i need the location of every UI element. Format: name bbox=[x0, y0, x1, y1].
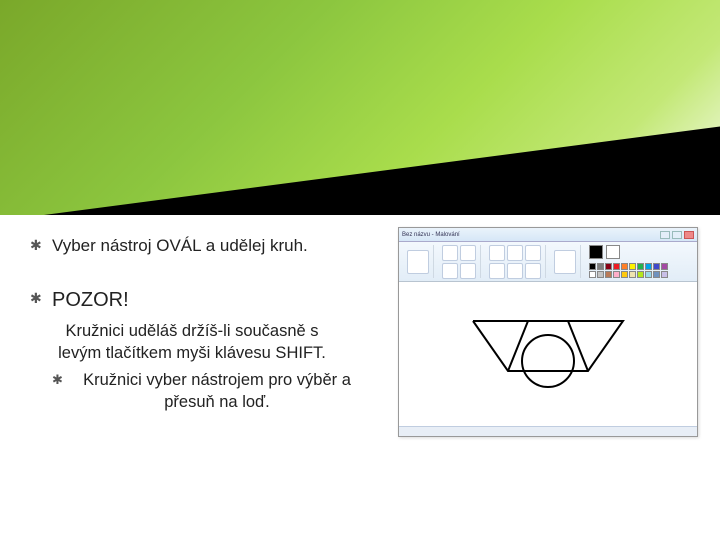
ribbon-group-colors bbox=[585, 245, 672, 278]
color-swatch bbox=[661, 271, 668, 278]
ribbon-group-size bbox=[550, 245, 581, 278]
color-swatch bbox=[597, 271, 604, 278]
ribbon-group-shapes bbox=[485, 245, 546, 278]
shape-icon bbox=[507, 263, 523, 279]
boat-drawing bbox=[463, 306, 633, 396]
color-swatch bbox=[653, 263, 660, 270]
color-swatch bbox=[629, 271, 636, 278]
color-swatch bbox=[605, 271, 612, 278]
color-swatch bbox=[653, 271, 660, 278]
bullet-item: ✱ POZOR! bbox=[30, 288, 360, 313]
color-swatch bbox=[613, 271, 620, 278]
close-icon bbox=[684, 231, 694, 239]
maximize-icon bbox=[672, 231, 682, 239]
color-swatch bbox=[605, 263, 612, 270]
color-swatch bbox=[589, 263, 596, 270]
paint-ribbon bbox=[399, 242, 697, 282]
sub-bullet-text: Kružnici vyber nástrojem pro výběr a pře… bbox=[74, 370, 360, 413]
color-swatch bbox=[637, 271, 644, 278]
color-swatch bbox=[589, 271, 596, 278]
color-swatch bbox=[645, 263, 652, 270]
shape-icon bbox=[507, 245, 523, 261]
color-swatch bbox=[597, 263, 604, 270]
paint-screenshot: Bez názvu - Malování bbox=[398, 227, 698, 437]
paint-statusbar bbox=[399, 426, 697, 436]
header-banner bbox=[0, 0, 720, 230]
color-swatch bbox=[613, 263, 620, 270]
content-area: ✱ Vyber nástroj OVÁL a udělej kruh. ✱ PO… bbox=[0, 215, 720, 540]
color1-icon bbox=[589, 245, 603, 259]
bullet-item: ✱ Vyber nástroj OVÁL a udělej kruh. bbox=[30, 235, 360, 256]
color-swatch bbox=[621, 263, 628, 270]
shape-icon bbox=[525, 263, 541, 279]
color-swatch bbox=[645, 271, 652, 278]
color-swatch bbox=[629, 263, 636, 270]
color-swatch bbox=[661, 263, 668, 270]
sub-text: Kružnici uděláš držíš-li současně s levý… bbox=[42, 321, 342, 364]
paint-canvas bbox=[399, 282, 697, 426]
minimize-icon bbox=[660, 231, 670, 239]
shape-icon bbox=[525, 245, 541, 261]
select-tool-icon bbox=[442, 245, 458, 261]
bullet-text-pozor: POZOR! bbox=[52, 288, 360, 313]
shape-icon bbox=[489, 263, 505, 279]
bullet-star-icon: ✱ bbox=[30, 288, 52, 313]
text-column: ✱ Vyber nástroj OVÁL a udělej kruh. ✱ PO… bbox=[30, 235, 360, 413]
bullet-text: Vyber nástroj OVÁL a udělej kruh. bbox=[52, 235, 360, 256]
shape-icon bbox=[489, 245, 505, 261]
ribbon-group-tools bbox=[438, 245, 481, 278]
crop-tool-icon bbox=[460, 245, 476, 261]
paint-titlebar: Bez názvu - Malování bbox=[399, 228, 697, 242]
sub-bullet: ✱ Kružnici vyber nástrojem pro výběr a p… bbox=[52, 370, 360, 413]
paint-title: Bez názvu - Malování bbox=[402, 232, 460, 238]
color-swatch bbox=[637, 263, 644, 270]
eraser-tool-icon bbox=[460, 263, 476, 279]
color-swatch bbox=[621, 271, 628, 278]
color-palette bbox=[589, 263, 668, 278]
color2-icon bbox=[606, 245, 620, 259]
bullet-star-icon: ✱ bbox=[52, 370, 74, 413]
paste-icon bbox=[407, 250, 429, 274]
size-icon bbox=[554, 250, 576, 274]
ribbon-group-clipboard bbox=[403, 245, 434, 278]
bullet-star-icon: ✱ bbox=[30, 235, 52, 256]
pencil-tool-icon bbox=[442, 263, 458, 279]
